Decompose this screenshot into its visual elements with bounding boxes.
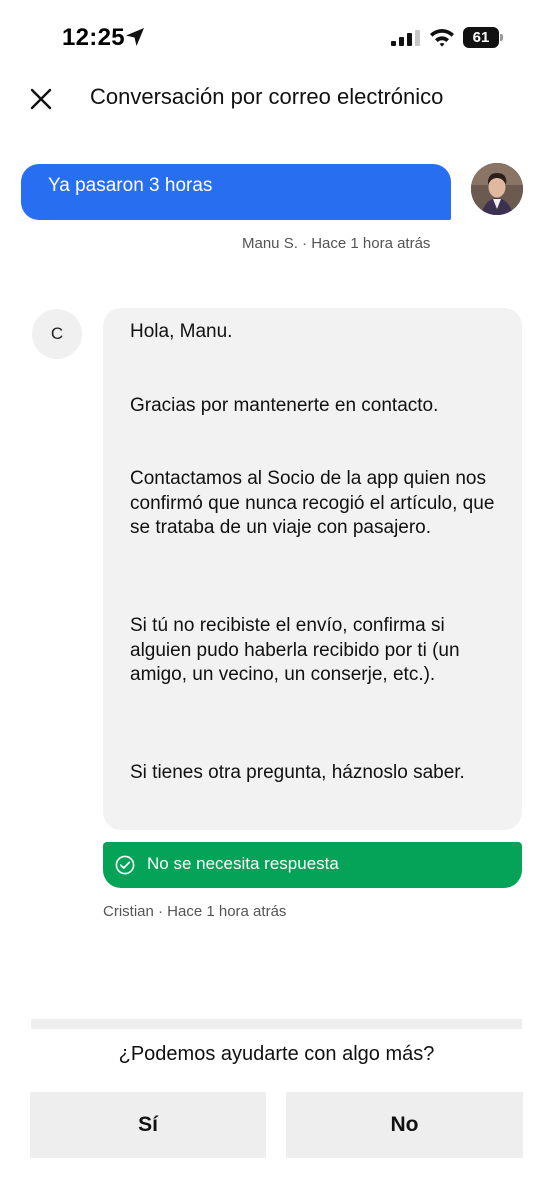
incoming-message-bubble: Hola, Manu. Gracias por mantenerte en co… (103, 308, 522, 830)
status-time: 12:25 (62, 24, 125, 51)
no-button[interactable]: No (286, 1092, 523, 1158)
message-paragraph: Si tienes otra pregunta, háznoslo saber. (130, 762, 465, 783)
header: Conversación por correo electrónico (0, 76, 553, 120)
wifi-icon (430, 29, 454, 47)
outgoing-message-text: Ya pasaron 3 horas (48, 175, 213, 196)
user-avatar-image (471, 163, 523, 215)
cellular-signal-icon (391, 30, 420, 46)
battery-tip (500, 34, 503, 41)
message-paragraph: Si tú no recibiste el envío, confirma si… (130, 615, 460, 685)
help-question: ¿Podemos ayudarte con algo más? (118, 1043, 435, 1065)
check-circle-icon (115, 855, 135, 875)
battery-icon: 61 (463, 27, 504, 48)
page-title: Conversación por correo electrónico (90, 84, 444, 109)
status-badge: No se necesita respuesta (103, 842, 522, 888)
status-badge-label: No se necesita respuesta (147, 854, 339, 873)
outgoing-message-bubble: Ya pasaron 3 horas (21, 164, 451, 220)
yes-button[interactable]: Sí (30, 1092, 266, 1158)
message-paragraph: Hola, Manu. (130, 321, 233, 342)
status-bar: 12:25 61 (0, 0, 553, 76)
incoming-message-meta: Cristian · Hace 1 hora atrás (103, 903, 287, 920)
agent-avatar: C (32, 309, 82, 359)
close-icon[interactable] (26, 84, 56, 114)
message-paragraph: Gracias por mantenerte en contacto. (130, 395, 439, 416)
location-arrow-icon (126, 28, 144, 46)
user-avatar (471, 163, 523, 215)
divider (31, 1019, 522, 1029)
battery-level: 61 (463, 27, 499, 48)
message-paragraph: Contactamos al Socio de la app quien nos… (130, 468, 495, 538)
outgoing-message-meta: Manu S. · Hace 1 hora atrás (242, 235, 431, 252)
